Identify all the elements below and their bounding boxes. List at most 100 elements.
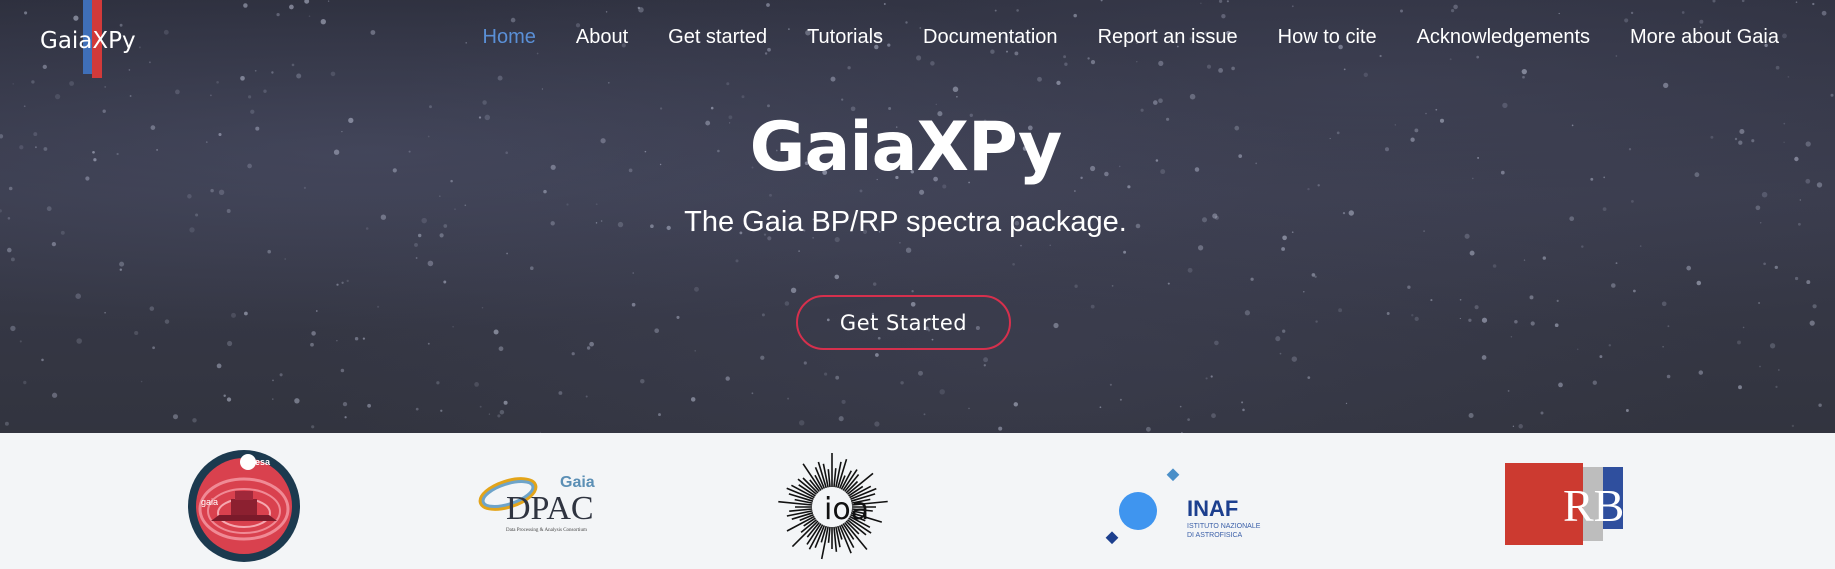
star	[1686, 265, 1692, 271]
star	[497, 414, 501, 418]
star	[983, 357, 989, 363]
star	[632, 272, 634, 274]
star	[1063, 55, 1067, 59]
star	[1006, 50, 1008, 53]
star	[493, 329, 499, 335]
star	[8, 186, 13, 191]
star	[726, 82, 730, 86]
gaiaxpy-logo[interactable]: GaiaXPy	[40, 0, 140, 80]
star	[1242, 408, 1245, 412]
star	[336, 283, 339, 286]
star	[1407, 285, 1411, 289]
star	[1206, 64, 1212, 69]
star	[767, 104, 770, 108]
star	[1821, 10, 1827, 16]
star	[342, 401, 348, 407]
star	[51, 241, 57, 247]
star	[1540, 411, 1544, 415]
star	[1507, 389, 1510, 392]
star	[54, 93, 61, 100]
nav-acknowledgements[interactable]: Acknowledgements	[1417, 26, 1590, 49]
star	[1218, 0, 1223, 3]
ioa-sunburst-logo[interactable]: ioa	[776, 453, 888, 561]
star	[1087, 57, 1090, 60]
nav-documentation[interactable]: Documentation	[923, 26, 1058, 49]
nav-more-about-gaia[interactable]: More about Gaia	[1630, 26, 1779, 49]
star	[919, 189, 925, 195]
star	[23, 105, 26, 108]
star	[859, 189, 863, 193]
star	[939, 389, 945, 395]
star	[1111, 285, 1114, 287]
nav-home[interactable]: Home	[483, 26, 536, 49]
star	[254, 69, 257, 72]
nav-tutorials[interactable]: Tutorials	[807, 26, 883, 49]
nav-get-started[interactable]: Get started	[668, 26, 767, 49]
star	[1624, 18, 1629, 23]
star	[798, 420, 805, 426]
star	[481, 307, 484, 309]
star	[1633, 289, 1636, 293]
star	[1459, 317, 1462, 320]
star	[1291, 356, 1298, 362]
page-title: GaiaXPy	[749, 108, 1063, 187]
star	[1758, 301, 1761, 305]
star	[847, 66, 851, 70]
star	[1481, 355, 1487, 360]
star	[327, 0, 330, 2]
inaf-logo[interactable]: INAF ISTITUTO NAZIONALE DI ASTROFISICA	[1105, 467, 1295, 547]
star	[990, 49, 995, 54]
star	[427, 260, 434, 267]
star	[952, 86, 959, 93]
star	[276, 12, 280, 17]
star	[1510, 336, 1513, 338]
star	[1226, 0, 1229, 3]
star	[152, 346, 155, 350]
star	[1778, 369, 1780, 371]
star	[998, 426, 1003, 431]
star	[838, 416, 844, 422]
nav-report-issue[interactable]: Report an issue	[1098, 26, 1238, 49]
star	[1379, 54, 1382, 58]
star	[497, 75, 503, 81]
star	[751, 392, 754, 395]
star	[1615, 55, 1618, 57]
nav-how-to-cite[interactable]: How to cite	[1278, 26, 1377, 49]
star	[536, 52, 539, 55]
star	[769, 193, 772, 197]
star	[1795, 1, 1798, 4]
star	[760, 355, 765, 360]
dpac-logo[interactable]: Gaia DPAC Data Processing & Analysis Con…	[478, 469, 602, 541]
star	[1187, 267, 1193, 273]
star	[1119, 398, 1122, 401]
star	[1667, 325, 1670, 328]
star	[291, 63, 295, 67]
get-started-button[interactable]: Get Started	[796, 295, 1011, 350]
star	[834, 274, 840, 280]
star	[605, 11, 608, 13]
star	[1123, 250, 1127, 254]
star	[272, 379, 274, 382]
star	[1787, 76, 1790, 78]
star	[414, 242, 418, 247]
star	[320, 19, 326, 25]
star	[149, 306, 155, 311]
star	[638, 7, 644, 13]
esa-gaia-mission-logo[interactable]: esa gaia	[187, 449, 301, 563]
nav-about[interactable]: About	[576, 26, 628, 49]
rb-logo[interactable]: RB	[1505, 463, 1625, 548]
star	[1307, 376, 1311, 379]
star	[1741, 0, 1745, 3]
star	[1275, 336, 1281, 342]
star	[76, 338, 82, 344]
star	[798, 250, 800, 252]
star	[24, 11, 28, 15]
star	[764, 52, 768, 55]
star	[104, 85, 107, 88]
star	[1363, 72, 1368, 77]
star	[1307, 187, 1310, 191]
star	[1343, 68, 1346, 71]
star	[308, 15, 311, 17]
dpac-gaia-text: Gaia	[560, 474, 595, 491]
star	[488, 413, 491, 415]
